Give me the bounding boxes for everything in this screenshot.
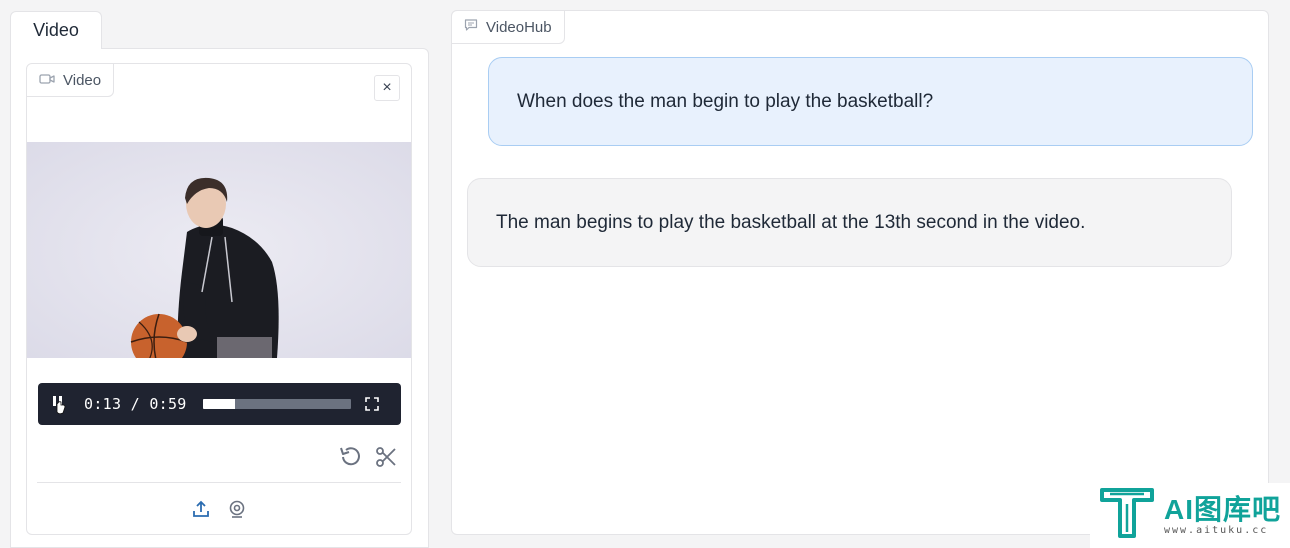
time-display: 0:13 / 0:59	[84, 395, 187, 413]
chat-bubble-icon	[464, 18, 478, 36]
video-block-label-text: Video	[63, 71, 102, 89]
close-icon: ×	[382, 79, 392, 96]
upload-icon[interactable]	[190, 498, 212, 520]
watermark-logo-icon	[1098, 486, 1156, 545]
progress-bar[interactable]	[202, 399, 351, 409]
tab-video-label: Video	[33, 20, 79, 40]
watermark: AI图库吧 www.aituku.cc	[1090, 483, 1290, 548]
tab-video[interactable]: Video	[10, 11, 102, 49]
divider	[37, 482, 401, 483]
video-block-label: Video	[27, 64, 115, 97]
bot-message: The man begins to play the basketball at…	[467, 178, 1232, 267]
user-message: When does the man begin to play the bask…	[488, 57, 1253, 146]
chat-label-text: VideoHub	[486, 18, 552, 36]
undo-icon[interactable]	[337, 444, 363, 470]
video-block: Video × 0:13 / 0:59	[26, 63, 412, 535]
pause-icon[interactable]	[50, 394, 70, 415]
progress-fill	[202, 399, 236, 409]
watermark-url: www.aituku.cc	[1164, 525, 1269, 536]
watermark-title: AI图库吧	[1164, 494, 1282, 525]
video-camera-icon	[39, 72, 55, 89]
webcam-icon[interactable]	[226, 498, 248, 520]
video-frame-image	[27, 142, 411, 358]
chat-label: VideoHub	[451, 10, 565, 44]
video-controls: 0:13 / 0:59	[38, 383, 401, 425]
user-message-text: When does the man begin to play the bask…	[517, 90, 934, 112]
video-frame[interactable]	[27, 142, 411, 358]
edit-toolbar	[337, 444, 399, 470]
clear-video-button[interactable]: ×	[374, 75, 400, 101]
bot-message-text: The man begins to play the basketball at…	[496, 211, 1086, 233]
scissors-icon[interactable]	[373, 444, 399, 470]
fullscreen-icon[interactable]	[364, 397, 379, 411]
source-toolbar	[27, 498, 411, 520]
